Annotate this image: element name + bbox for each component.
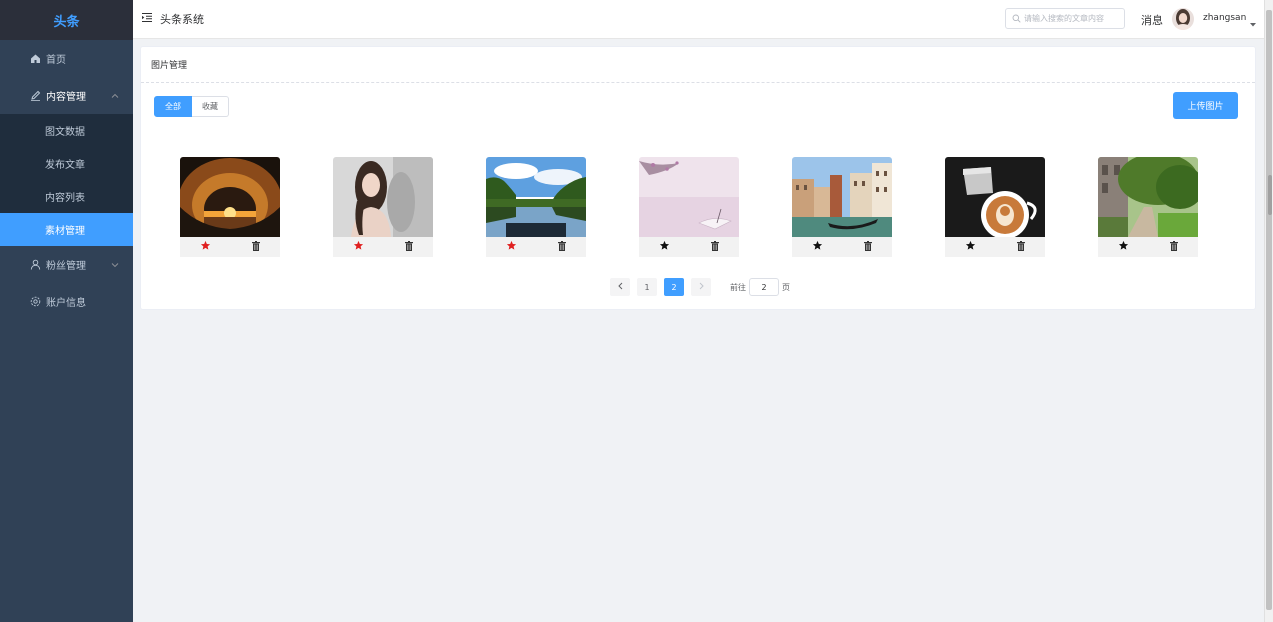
sidebar: 头条 首页 内容管理 图文数据 发布文章 内容列表 素材管理 粉丝管理 账户信息 [0,0,133,622]
sidebar-item-label: 粉丝管理 [46,261,86,272]
delete-icon[interactable] [1016,240,1025,254]
image-card [333,157,433,257]
star-icon[interactable] [1118,240,1129,254]
sidebar-item-label: 首页 [46,55,66,66]
image-thumbnail[interactable] [333,157,433,237]
delete-icon[interactable] [404,240,413,254]
scrollbar-marker [1268,175,1272,215]
chevron-right-icon [699,282,704,292]
image-management-card: 图片管理 全部 收藏 上传图片 1 2 前往 2 页 [140,46,1256,310]
upload-image-button[interactable]: 上传图片 [1173,92,1238,119]
image-thumbnail[interactable] [180,157,280,237]
star-icon[interactable] [353,240,364,254]
submenu-content: 图文数据 发布文章 内容列表 素材管理 [0,114,133,246]
image-actions [333,237,433,257]
image-actions [639,237,739,257]
image-thumbnail[interactable] [486,157,586,237]
image-actions [792,237,892,257]
star-icon[interactable] [506,240,517,254]
sidebar-item-list[interactable]: 内容列表 [0,180,133,213]
sidebar-item-account[interactable]: 账户信息 [0,283,133,320]
top-header: 头条系统 消息 zhangsan [133,0,1264,39]
sidebar-item-fans[interactable]: 粉丝管理 [0,246,133,283]
chevron-left-icon [617,282,623,292]
star-icon[interactable] [200,240,211,254]
image-actions [180,237,280,257]
sidebar-item-publish[interactable]: 发布文章 [0,147,133,180]
delete-icon[interactable] [1169,240,1178,254]
system-title: 头条系统 [160,13,204,26]
edit-icon [30,90,41,101]
goto-prefix: 前往 [730,282,746,292]
username[interactable]: zhangsan [1203,13,1246,23]
tab-all[interactable]: 全部 [154,96,192,117]
page-button[interactable]: 1 [637,278,657,296]
delete-icon[interactable] [251,240,260,254]
avatar[interactable] [1172,8,1194,30]
star-icon[interactable] [965,240,976,254]
image-thumbnail[interactable] [639,157,739,237]
page-scrollbar[interactable] [1264,0,1273,622]
settings-icon [30,296,41,307]
chevron-up-icon [111,90,119,101]
tab-favorites[interactable]: 收藏 [192,96,229,117]
image-card [1098,157,1198,257]
goto-suffix: 页 [782,282,790,292]
goto-page-input[interactable] [749,278,779,296]
image-actions [945,237,1045,257]
sidebar-item-home[interactable]: 首页 [0,40,133,77]
scrollbar-thumb[interactable] [1266,10,1272,610]
card-title: 图片管理 [141,47,1255,83]
search-input[interactable] [1024,14,1124,23]
search-icon [1012,12,1021,26]
image-actions [1098,237,1198,257]
sidebar-item-label: 内容管理 [46,92,86,103]
prev-page-button[interactable] [610,278,630,296]
image-card [180,157,280,257]
pagination: 1 2 前往 页 [610,278,790,296]
chevron-down-icon [111,259,119,270]
page-button-current[interactable]: 2 [664,278,684,296]
delete-icon[interactable] [863,240,872,254]
sidebar-item-content[interactable]: 内容管理 [0,77,133,114]
user-icon [30,259,41,270]
page-jumper: 前往 页 [730,278,790,296]
logo: 头条 [0,0,133,40]
filter-tabs: 全部 收藏 [154,96,229,117]
image-card [486,157,586,257]
image-thumbnail[interactable] [792,157,892,237]
delete-icon[interactable] [710,240,719,254]
star-icon[interactable] [659,240,670,254]
image-thumbnail[interactable] [1098,157,1198,237]
caret-down-icon[interactable] [1250,16,1256,30]
sidebar-item-data[interactable]: 图文数据 [0,114,133,147]
delete-icon[interactable] [557,240,566,254]
image-card [792,157,892,257]
messages-link[interactable]: 消息 [1141,12,1163,28]
menu-fold-icon[interactable] [141,12,153,26]
image-card [639,157,739,257]
home-icon [30,53,41,64]
image-thumbnail[interactable] [945,157,1045,237]
image-card [945,157,1045,257]
sidebar-item-materials[interactable]: 素材管理 [0,213,133,246]
star-icon[interactable] [812,240,823,254]
image-actions [486,237,586,257]
sidebar-item-label: 账户信息 [46,298,86,309]
search-box[interactable] [1005,8,1125,29]
next-page-button[interactable] [691,278,711,296]
